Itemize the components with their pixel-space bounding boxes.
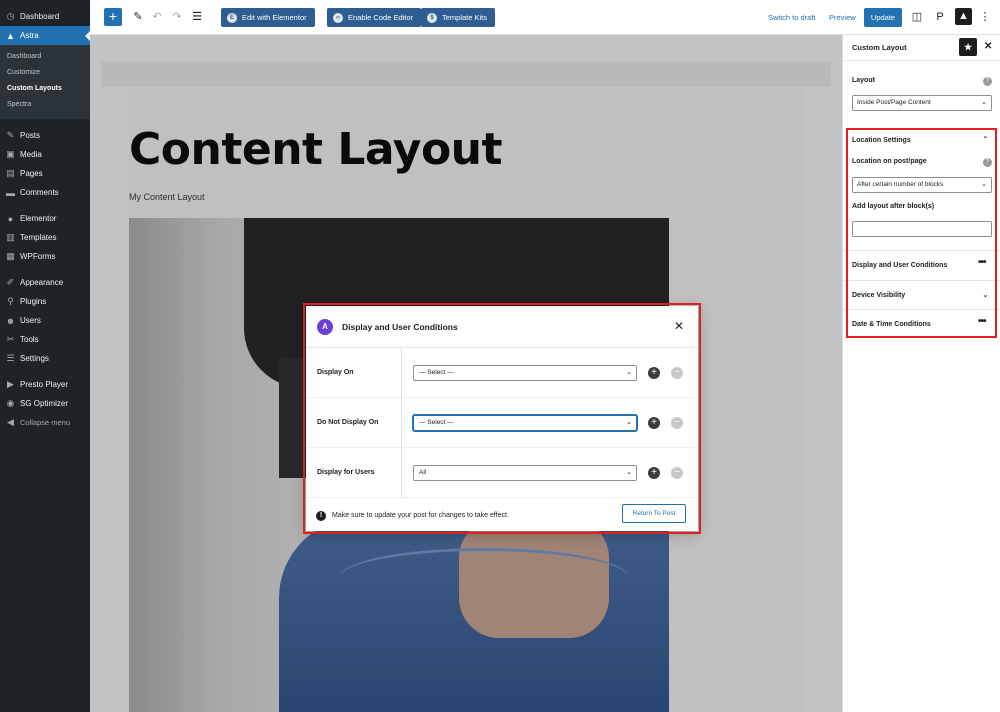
sidebar-item-label: Pages — [20, 169, 43, 178]
sidebar-item-appearance[interactable]: ✐ Appearance — [0, 273, 90, 292]
pencil-icon[interactable]: ✎ — [131, 10, 145, 24]
astra-settings-icon[interactable]: ▲ — [955, 8, 972, 25]
comments-icon: ▬ — [6, 187, 15, 198]
collapse-menu-button[interactable]: ◀ Collapse menu — [0, 413, 90, 432]
editor-toolbar: + ✎ ↶ ↷ ☰ E Edit with Elementor ‹› Enabl… — [90, 0, 1000, 35]
sidebar-toggle-icon[interactable]: ◫ — [910, 10, 924, 24]
sidebar-item-dashboard[interactable]: ◷ Dashboard — [0, 7, 90, 26]
sidebar-item-presto-player[interactable]: ▶ Presto Player — [0, 375, 90, 394]
enable-code-editor-button[interactable]: ‹› Enable Code Editor — [327, 8, 422, 27]
templates-icon: ▥ — [6, 232, 15, 242]
plug-icon: ⚲ — [7, 296, 14, 306]
collapse-menu-label: Collapse menu — [20, 418, 71, 427]
astra-icon: ▲ — [6, 30, 15, 41]
template-kits-button[interactable]: $ Template Kits — [421, 8, 496, 27]
star-icon[interactable]: ★ — [959, 38, 977, 56]
edit-with-elementor-button[interactable]: E Edit with Elementor — [221, 8, 315, 27]
highlight-box-modal — [303, 303, 701, 534]
sidebar-item-plugins[interactable]: ⚲ Plugins — [0, 292, 90, 311]
submenu-item-dashboard[interactable]: Dashboard — [0, 49, 90, 65]
sidebar-item-label: Settings — [20, 354, 49, 363]
sidebar-item-settings[interactable]: ☰ Settings — [0, 349, 90, 368]
layout-select-value: Inside Post/Page Content — [857, 99, 931, 106]
sidebar-item-label: Templates — [20, 233, 57, 242]
highlight-box-location-settings — [846, 128, 997, 338]
button-label: Enable Code Editor — [348, 13, 414, 22]
admin-sidebar: ◷ Dashboard ▲ Astra Dashboard Customize … — [0, 0, 90, 712]
submenu-item-custom-layouts[interactable]: Custom Layouts — [0, 81, 90, 97]
chevron-down-icon: ⌄ — [981, 99, 987, 106]
settings-icon: ☰ — [6, 353, 15, 363]
dashboard-icon: ◷ — [6, 11, 15, 21]
button-label: Edit with Elementor — [242, 13, 307, 22]
code-icon: ‹› — [333, 12, 343, 23]
plugin-p-icon[interactable]: P — [933, 10, 947, 24]
sidebar-item-label: Appearance — [20, 278, 64, 287]
sidebar-item-elementor[interactable]: ● Elementor — [0, 209, 90, 228]
users-icon: ☻ — [5, 315, 16, 326]
elementor-icon: E — [227, 12, 237, 23]
redo-icon[interactable]: ↷ — [170, 10, 184, 24]
list-view-icon[interactable]: ☰ — [190, 10, 204, 24]
optimizer-icon: ◉ — [6, 398, 15, 408]
sidebar-item-label: Dashboard — [20, 12, 60, 21]
sidebar-item-label: Elementor — [20, 214, 57, 223]
close-icon[interactable]: ✕ — [984, 41, 992, 52]
sidebar-item-astra[interactable]: ▲ Astra — [0, 26, 90, 45]
layout-label: Layout — [852, 77, 875, 84]
switch-to-draft-link[interactable]: Switch to draft — [768, 13, 816, 22]
sidebar-item-users[interactable]: ☻ Users — [0, 311, 90, 330]
panel-title: Custom Layout — [852, 43, 907, 52]
sidebar-item-label: Media — [20, 150, 42, 159]
submenu-item-customize[interactable]: Customize — [0, 65, 90, 81]
sidebar-item-label: Plugins — [20, 297, 47, 306]
sidebar-item-wpforms[interactable]: ▦ WPForms — [0, 247, 90, 266]
sidebar-item-pages[interactable]: ▤ Pages — [0, 164, 90, 183]
sidebar-item-comments[interactable]: ▬ Comments — [0, 183, 90, 202]
update-button[interactable]: Update — [864, 8, 902, 27]
template-kits-icon: $ — [427, 12, 437, 23]
sidebar-item-label: Users — [20, 316, 41, 325]
media-icon: ▣ — [6, 149, 15, 159]
sidebar-item-label: WPForms — [20, 252, 56, 261]
player-icon: ▶ — [7, 379, 14, 389]
pages-icon: ▤ — [6, 168, 15, 178]
sidebar-item-sg-optimizer[interactable]: ◉ SG Optimizer — [0, 394, 90, 413]
sidebar-item-tools[interactable]: ✂ Tools — [0, 330, 90, 349]
help-icon[interactable]: ? — [983, 77, 992, 86]
sidebar-item-label: Astra — [20, 31, 39, 40]
sidebar-item-posts[interactable]: ✎ Posts — [0, 126, 90, 145]
sidebar-item-label: Comments — [20, 188, 59, 197]
sidebar-item-label: Tools — [20, 335, 39, 344]
submenu-item-spectra[interactable]: Spectra — [0, 97, 90, 113]
add-block-button[interactable]: + — [104, 8, 122, 26]
wpforms-icon: ▦ — [6, 251, 15, 261]
sidebar-item-media[interactable]: ▣ Media — [0, 145, 90, 164]
brush-icon: ✐ — [6, 277, 15, 287]
sidebar-item-templates[interactable]: ▥ Templates — [0, 228, 90, 247]
astra-submenu: Dashboard Customize Custom Layouts Spect… — [0, 45, 90, 119]
panel-header: Custom Layout ★ ✕ — [843, 35, 1000, 61]
preview-link[interactable]: Preview — [829, 13, 856, 22]
sidebar-item-label: Presto Player — [20, 380, 69, 389]
sidebar-item-label: SG Optimizer — [20, 399, 69, 408]
wrench-icon: ✂ — [6, 334, 15, 344]
layout-select[interactable]: Inside Post/Page Content ⌄ — [852, 95, 992, 111]
elementor-icon: ● — [7, 213, 14, 224]
collapse-icon: ◀ — [7, 417, 14, 427]
undo-icon[interactable]: ↶ — [150, 10, 164, 24]
more-options-icon[interactable]: ⋮ — [978, 10, 992, 24]
sidebar-item-label: Posts — [20, 131, 41, 140]
pin-icon: ✎ — [6, 130, 15, 140]
button-label: Template Kits — [442, 13, 488, 22]
